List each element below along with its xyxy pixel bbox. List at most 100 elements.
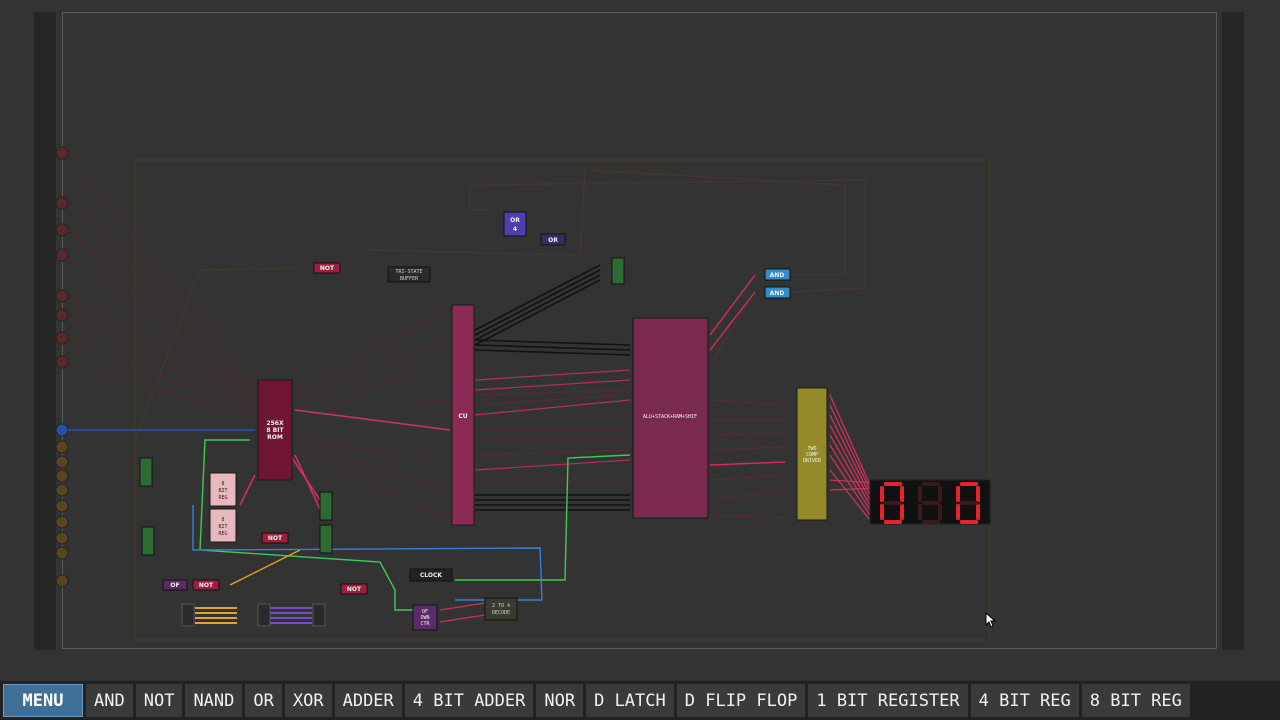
segment-c bbox=[976, 504, 980, 520]
input-pin[interactable] bbox=[55, 331, 69, 345]
svg-text:BUFFER: BUFFER bbox=[400, 276, 419, 282]
splitter-chip[interactable] bbox=[139, 457, 153, 487]
svg-text:OR: OR bbox=[510, 217, 520, 224]
seven-segment-display bbox=[869, 479, 991, 525]
address-wires bbox=[67, 152, 256, 421]
toolbar-item-1-bit-register[interactable]: 1 BIT REGISTER bbox=[808, 684, 968, 717]
decoder-chip[interactable]: 2 TO 4 DECODE bbox=[484, 597, 518, 621]
alu-label: ALU+STACK+RAM+SHIF bbox=[643, 414, 697, 420]
svg-text:OF: OF bbox=[170, 582, 179, 589]
input-pin[interactable] bbox=[55, 289, 69, 303]
segment-g bbox=[884, 501, 902, 505]
input-pin[interactable] bbox=[55, 483, 69, 497]
segment-e bbox=[956, 504, 960, 520]
wire-active bbox=[239, 474, 256, 506]
segment-g bbox=[960, 501, 978, 505]
input-pin[interactable] bbox=[55, 455, 69, 469]
svg-text:2 TO 4: 2 TO 4 bbox=[492, 603, 510, 609]
input-pin[interactable] bbox=[55, 248, 69, 262]
segment-a bbox=[884, 482, 902, 486]
segment-e bbox=[918, 504, 922, 520]
input-pin[interactable] bbox=[55, 546, 69, 560]
menu-button[interactable]: MENU bbox=[3, 684, 83, 717]
segment-d bbox=[922, 520, 940, 524]
bus-connector[interactable] bbox=[181, 603, 195, 627]
wire bbox=[709, 299, 751, 366]
or4-gate[interactable]: OR 4 bbox=[503, 211, 527, 237]
svg-text:AND: AND bbox=[770, 272, 785, 279]
input-pin[interactable] bbox=[55, 223, 69, 237]
or-gate[interactable]: OR bbox=[540, 233, 566, 246]
input-pin[interactable] bbox=[55, 440, 69, 454]
toolbar-item-not[interactable]: NOT bbox=[135, 684, 183, 717]
and-gate[interactable]: AND bbox=[764, 268, 791, 281]
svg-text:NOT: NOT bbox=[199, 582, 214, 589]
svg-text:CLOCK: CLOCK bbox=[420, 572, 443, 579]
splitter-chip[interactable] bbox=[319, 524, 333, 554]
segment-b bbox=[938, 486, 942, 502]
input-pin[interactable] bbox=[55, 196, 69, 210]
rom-label-line1: 256X bbox=[266, 420, 284, 427]
input-pin[interactable] bbox=[55, 146, 69, 160]
overflow-counter-chip[interactable]: OF OWN CTR bbox=[412, 604, 438, 631]
svg-text:8: 8 bbox=[221, 517, 224, 523]
segment-a bbox=[960, 482, 978, 486]
wire-active bbox=[709, 461, 786, 466]
input-pin[interactable] bbox=[55, 355, 69, 369]
input-pins[interactable] bbox=[55, 146, 69, 588]
toolbar-item-4-bit-reg[interactable]: 4 BIT REG bbox=[970, 684, 1079, 717]
register-chip-b[interactable]: 8 BIT REG bbox=[209, 508, 237, 543]
input-pin[interactable] bbox=[55, 574, 69, 588]
toolbar-item-d-latch[interactable]: D LATCH bbox=[586, 684, 674, 717]
segment-d bbox=[960, 520, 978, 524]
and-gate[interactable]: AND bbox=[764, 286, 791, 299]
bus-connector[interactable] bbox=[312, 603, 326, 627]
segment-c bbox=[938, 504, 942, 520]
register-chip-a[interactable]: 8 BIT REG bbox=[209, 472, 237, 507]
splitter-chip[interactable] bbox=[141, 526, 155, 556]
control-unit-chip[interactable]: CU bbox=[451, 304, 475, 526]
input-pin[interactable] bbox=[55, 469, 69, 483]
bus-connector[interactable] bbox=[257, 603, 271, 627]
cu-alu-bus bbox=[474, 264, 631, 511]
toolbar-item-nor[interactable]: NOR bbox=[536, 684, 584, 717]
circuit-canvas[interactable]: 256X 8 BIT ROM 8 BIT REG 8 BIT REG CU AL… bbox=[0, 0, 1280, 680]
input-pin[interactable] bbox=[55, 515, 69, 529]
toolbar-item-and[interactable]: AND bbox=[86, 684, 133, 717]
tri-state-buffer-chip[interactable]: TRI-STATE BUFFER bbox=[387, 266, 431, 283]
component-toolbar: MENU AND NOT NAND OR XOR ADDER 4 BIT ADD… bbox=[0, 681, 1280, 720]
toolbar-item-nand[interactable]: NAND bbox=[185, 684, 243, 717]
segment-c bbox=[900, 504, 904, 520]
not-gate[interactable]: NOT bbox=[340, 583, 368, 595]
cu-alu-wires bbox=[474, 389, 631, 481]
alu-chip[interactable]: ALU+STACK+RAM+SHIF bbox=[632, 317, 709, 519]
segment-b bbox=[900, 486, 904, 502]
input-pin[interactable] bbox=[55, 499, 69, 513]
svg-text:CTR: CTR bbox=[420, 621, 430, 627]
toolbar-item-8-bit-reg[interactable]: 8 BIT REG bbox=[1081, 684, 1190, 717]
rom-cu-wires bbox=[294, 309, 451, 521]
rom-chip[interactable]: 256X 8 BIT ROM bbox=[257, 379, 293, 481]
not-gate[interactable]: NOT bbox=[313, 262, 341, 274]
two-comp-driver-chip[interactable]: TWO COMP DRIVER bbox=[796, 387, 828, 521]
input-pin-active[interactable] bbox=[55, 423, 69, 437]
toolbar-item-adder[interactable]: ADDER bbox=[334, 684, 402, 717]
toolbar-item-4-bit-adder[interactable]: 4 BIT ADDER bbox=[404, 684, 534, 717]
rom-label-line3: ROM bbox=[267, 434, 283, 441]
rom-label-line2: 8 BIT bbox=[266, 427, 284, 434]
input-pin[interactable] bbox=[55, 308, 69, 322]
toolbar-item-or[interactable]: OR bbox=[245, 684, 282, 717]
svg-text:4: 4 bbox=[513, 226, 517, 233]
of-gate[interactable]: OF bbox=[162, 579, 188, 591]
toolbar-item-d-flip-flop[interactable]: D FLIP FLOP bbox=[676, 684, 806, 717]
clock-chip[interactable]: CLOCK bbox=[409, 568, 453, 582]
not-gate[interactable]: NOT bbox=[261, 532, 289, 544]
splitter-chip[interactable] bbox=[319, 491, 333, 521]
splitter-chip[interactable] bbox=[611, 257, 625, 285]
segment-a bbox=[922, 482, 940, 486]
cu-alu-wires bbox=[474, 369, 631, 471]
toolbar-item-xor[interactable]: XOR bbox=[284, 684, 332, 717]
not-gate[interactable]: NOT bbox=[192, 579, 220, 591]
input-pin[interactable] bbox=[55, 531, 69, 545]
workspace[interactable]: 256X 8 BIT ROM 8 BIT REG 8 BIT REG CU AL… bbox=[0, 0, 1280, 680]
